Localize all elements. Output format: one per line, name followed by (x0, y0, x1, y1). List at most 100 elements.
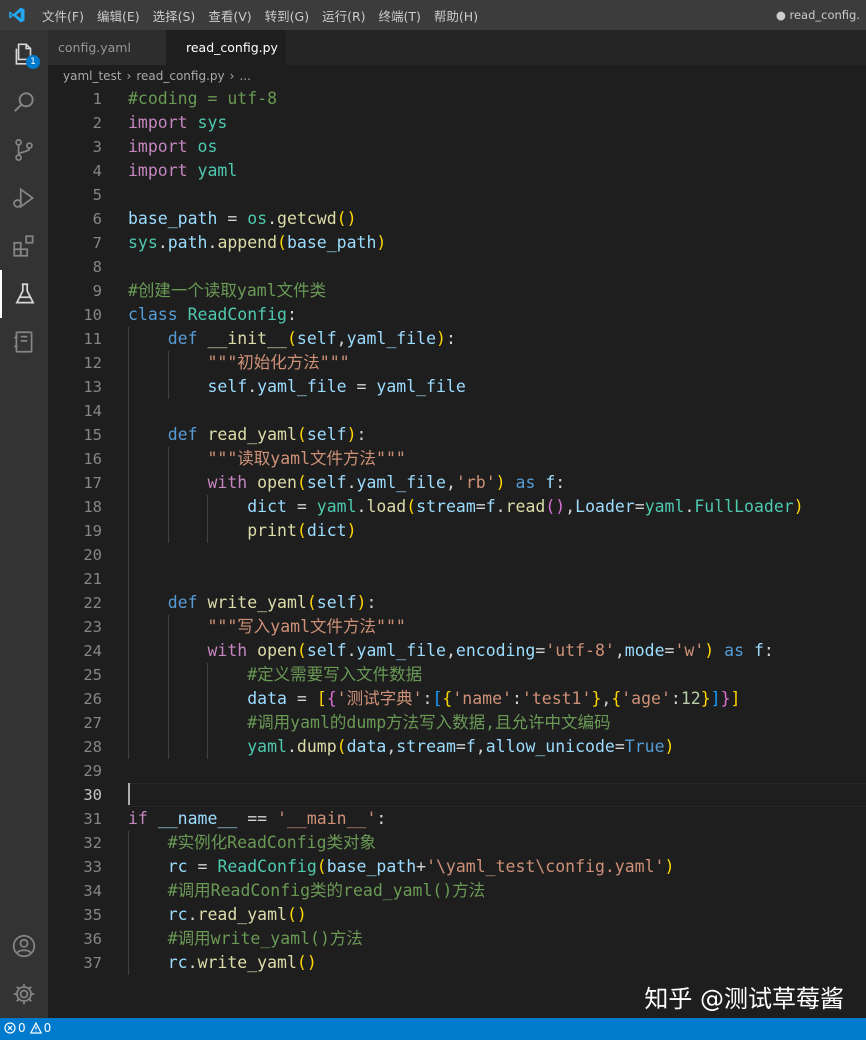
editor-tabs: config.yaml read_config.py (48, 30, 866, 65)
code-line[interactable]: 36 #调用write_yaml()方法 (48, 927, 866, 951)
line-number: 12 (83, 354, 102, 372)
code-token: } (720, 689, 731, 708)
code-line[interactable]: 13 self.yaml_file = yaml_file (48, 375, 866, 399)
extensions-button[interactable] (0, 222, 48, 270)
line-number: 23 (83, 618, 102, 636)
code-line[interactable]: 14 (48, 399, 866, 423)
code-line[interactable]: 8 (48, 255, 866, 279)
breadcrumb-folder[interactable]: yaml_test (63, 69, 122, 83)
run-debug-button[interactable] (0, 174, 48, 222)
code-line[interactable]: 32 #实例化ReadConfig类对象 (48, 831, 866, 855)
code-editor[interactable]: 1 #coding = utf-8 2 import sys 3 import os 4 im… (48, 87, 866, 1017)
code-line[interactable]: 28 yaml.dump(data,stream=f,allow_unicode… (48, 735, 866, 759)
code-token: dict (247, 497, 287, 516)
code-line[interactable]: 16 """读取yaml文件方法""" (48, 447, 866, 471)
code-text: def __init__(self,yaml_file): (128, 327, 456, 351)
code-token: } (700, 689, 711, 708)
code-token: ( (286, 329, 297, 348)
code-line[interactable]: 12 """初始化方法""" (48, 351, 866, 375)
code-line[interactable]: 20 (48, 543, 866, 567)
problems-indicator[interactable]: 0 0 (4, 1021, 51, 1035)
code-line[interactable]: 3 import os (48, 135, 866, 159)
menu-item[interactable]: 选择(S) (153, 6, 196, 25)
code-line[interactable]: 9 #创建一个读取yaml文件类 (48, 279, 866, 303)
code-token: self (306, 425, 347, 444)
menu-item[interactable]: 终端(T) (379, 6, 421, 25)
code-line[interactable]: 11 def __init__(self,yaml_file): (48, 327, 866, 351)
code-text: self.yaml_file = yaml_file (128, 375, 465, 399)
code-line[interactable]: 6 base_path = os.getcwd() (48, 207, 866, 231)
breadcrumb-symbol[interactable]: ... (239, 69, 250, 83)
menu-item[interactable]: 转到(G) (265, 6, 309, 25)
code-token: sys (128, 233, 158, 252)
code-token: path (167, 233, 208, 252)
code-line[interactable]: 34 #调用ReadConfig类的read_yaml()方法 (48, 879, 866, 903)
code-token: '测试字典' (336, 689, 423, 708)
code-token: getcwd (277, 209, 337, 228)
code-line[interactable]: 17 with open(self.yaml_file,'rb') as f: (48, 471, 866, 495)
tab-config-yaml[interactable]: config.yaml (48, 30, 166, 65)
menu-item[interactable]: 帮助(H) (434, 6, 478, 25)
account-button[interactable] (0, 922, 48, 970)
tab-read-config-py[interactable]: read_config.py (166, 30, 286, 65)
source-control-button[interactable] (0, 126, 48, 174)
code-line[interactable]: 35 rc.read_yaml() (48, 903, 866, 927)
code-line[interactable]: 7 sys.path.append(base_path) (48, 231, 866, 255)
code-line[interactable]: 5 (48, 183, 866, 207)
code-token: = (455, 737, 466, 756)
code-token: encoding (455, 641, 536, 660)
code-text: import os (128, 135, 217, 159)
code-line[interactable]: 2 import sys (48, 111, 866, 135)
code-line[interactable]: 15 def read_yaml(self): (48, 423, 866, 447)
code-line[interactable]: 4 import yaml (48, 159, 866, 183)
code-text: if __name__ == '__main__': (128, 807, 386, 831)
code-token: '\yaml_test\config.yaml' (426, 857, 665, 876)
code-token: : (356, 425, 367, 444)
code-text: with open(self.yaml_file,'rb') as f: (128, 471, 565, 495)
code-token: , (336, 329, 347, 348)
search-icon (14, 92, 34, 112)
testing-button[interactable] (0, 270, 48, 318)
code-line[interactable]: 10 class ReadConfig: (48, 303, 866, 327)
menu-item[interactable]: 查看(V) (208, 6, 251, 25)
code-line[interactable]: 25 #定义需要写入文件数据 (48, 663, 866, 687)
code-line[interactable]: 23 """写入yaml文件方法""" (48, 615, 866, 639)
line-number: 15 (83, 426, 102, 444)
code-line[interactable]: 22 def write_yaml(self): (48, 591, 866, 615)
code-line[interactable]: 21 (48, 567, 866, 591)
code-line[interactable]: 1 #coding = utf-8 (48, 87, 866, 111)
code-token: = (664, 641, 675, 660)
line-number: 2 (92, 114, 102, 132)
code-line[interactable]: 31 if __name__ == '__main__': (48, 807, 866, 831)
search-button[interactable] (0, 78, 48, 126)
code-line[interactable]: 29 (48, 759, 866, 783)
code-line[interactable]: 30 (48, 783, 866, 807)
code-token: #coding = utf-8 (128, 89, 278, 108)
code-token: 'age' (621, 689, 671, 708)
settings-button[interactable] (0, 970, 48, 1018)
explorer-button[interactable]: 1 (0, 30, 48, 78)
code-token: stream (396, 737, 456, 756)
menu-item[interactable]: 编辑(E) (97, 6, 140, 25)
code-token: yaml (247, 737, 287, 756)
code-line[interactable]: 37 rc.write_yaml() (48, 951, 866, 975)
code-text: #调用write_yaml()方法 (128, 927, 363, 951)
code-token: } (591, 689, 602, 708)
code-text: import yaml (128, 159, 237, 183)
code-line[interactable]: 18 dict = yaml.load(stream=f.read(),Load… (48, 495, 866, 519)
menu-item[interactable]: 文件(F) (42, 6, 84, 25)
code-line[interactable]: 24 with open(self.yaml_file,encoding='ut… (48, 639, 866, 663)
code-token: True (624, 737, 665, 756)
code-line[interactable]: 26 data = [{'测试字典':[{'name':'test1'},{'a… (48, 687, 866, 711)
notebook-button[interactable] (0, 318, 48, 366)
code-line[interactable]: 27 #调用yaml的dump方法写入数据,且允许中文编码 (48, 711, 866, 735)
menu-item[interactable]: 运行(R) (322, 6, 365, 25)
code-token: ) (436, 329, 446, 348)
code-text: def read_yaml(self): (128, 423, 367, 447)
code-line[interactable]: 33 rc = ReadConfig(base_path+'\yaml_test… (48, 855, 866, 879)
code-line[interactable]: 19 print(dict) (48, 519, 866, 543)
breadcrumb-file[interactable]: read_config.py (136, 69, 224, 83)
